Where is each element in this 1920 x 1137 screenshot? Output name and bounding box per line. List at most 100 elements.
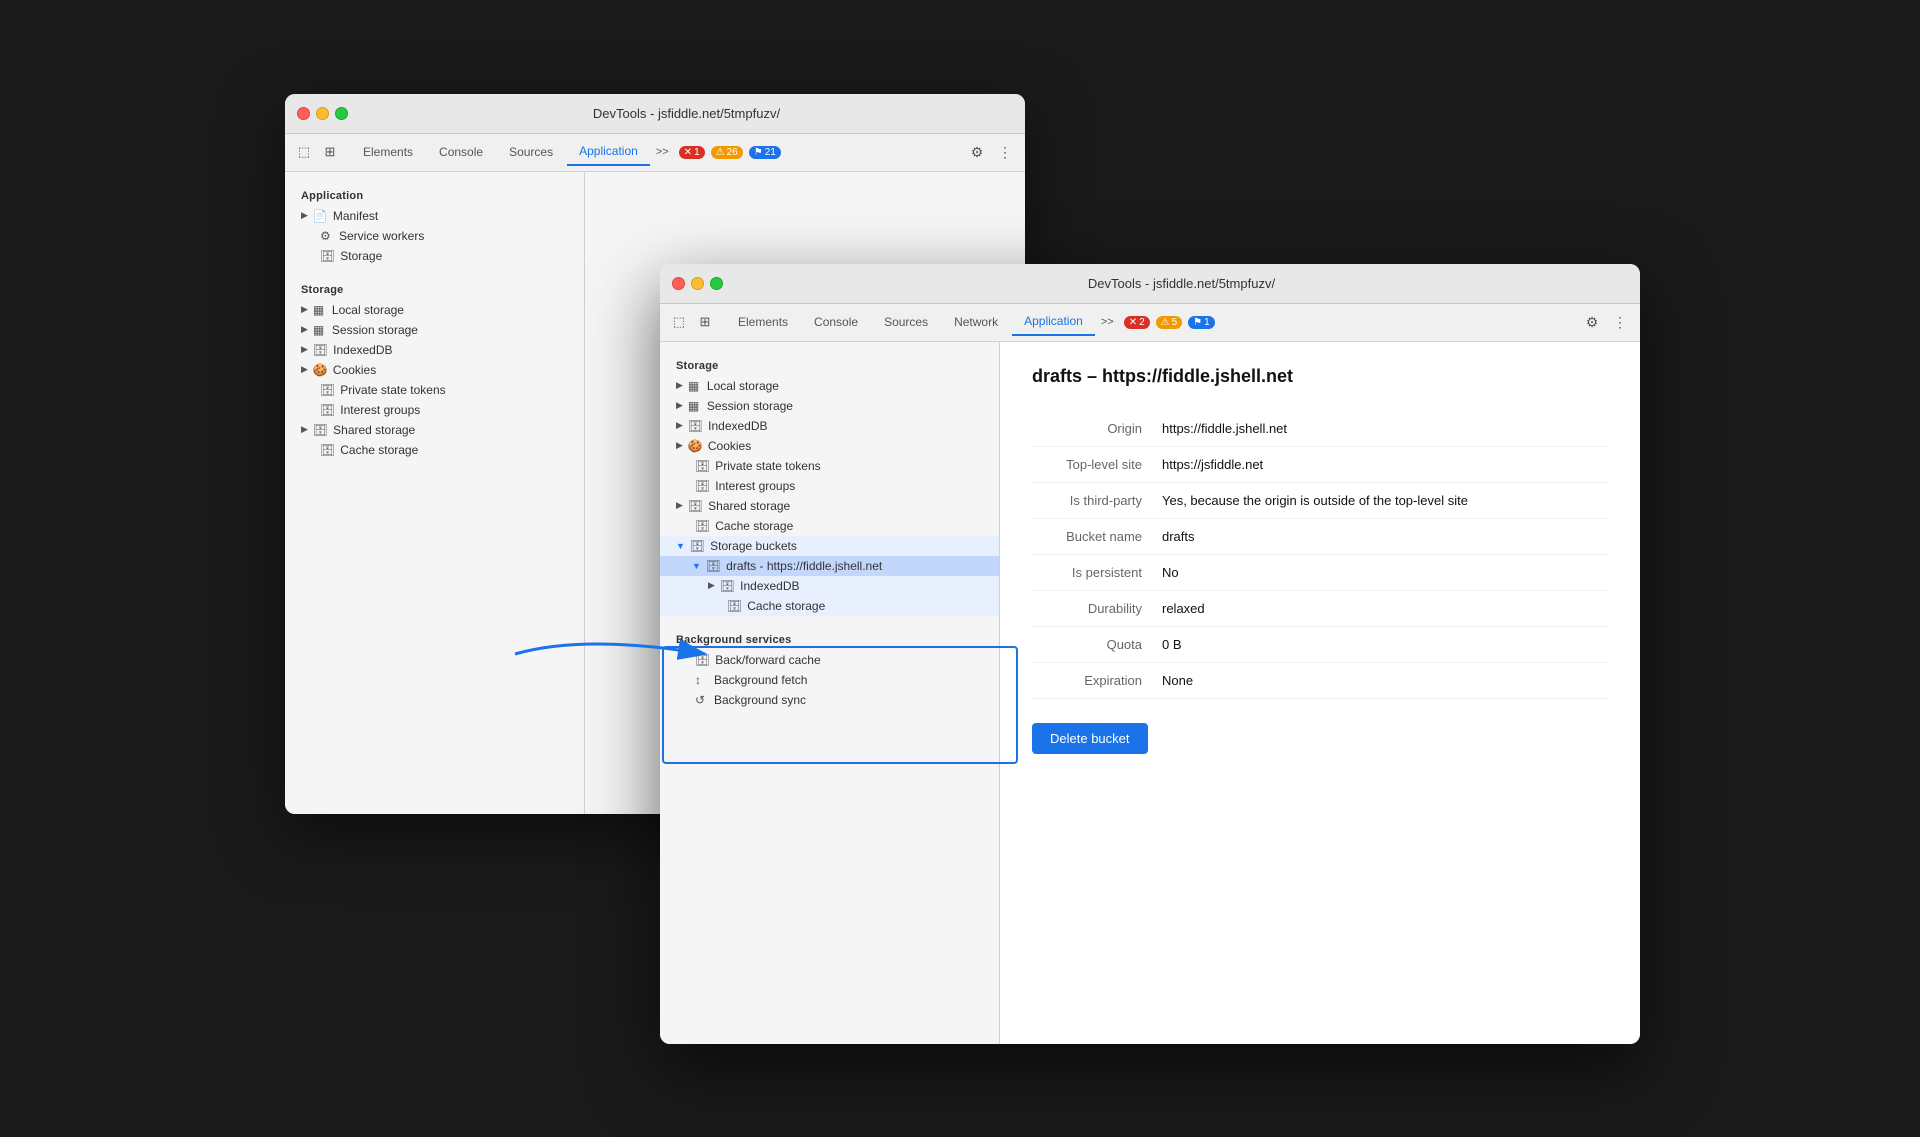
back-local-storage[interactable]: ▶ ▦ Local storage — [285, 300, 584, 320]
back-layers-icon[interactable]: ⊞ — [319, 141, 341, 163]
back-ig-icon: 🗄 — [320, 403, 335, 417]
back-ps-label: Private state tokens — [340, 383, 445, 397]
front-tab-elements[interactable]: Elements — [726, 308, 800, 336]
back-tab-icons: ⬚ ⊞ — [293, 141, 341, 163]
front-cookies[interactable]: ▶ 🍪 Cookies — [660, 436, 999, 456]
back-maximize-button[interactable] — [335, 107, 348, 120]
back-tab-more[interactable]: >> — [652, 146, 673, 158]
front-bg-sync[interactable]: ↺ Background sync — [660, 690, 999, 710]
back-ss-arrow: ▶ — [301, 324, 308, 335]
back-sidebar-service-workers[interactable]: ⚙ Service workers — [285, 226, 584, 246]
detail-value-third-party: Yes, because the origin is outside of th… — [1162, 493, 1608, 508]
front-close-button[interactable] — [672, 277, 685, 290]
front-devtools-window: DevTools - jsfiddle.net/5tmpfuzv/ ⬚ ⊞ El… — [660, 264, 1640, 1044]
delete-bucket-button[interactable]: Delete bucket — [1032, 723, 1148, 754]
back-session-storage[interactable]: ▶ ▦ Session storage — [285, 320, 584, 340]
back-sidebar-storage[interactable]: 🗄 Storage — [285, 246, 584, 266]
front-cache-storage[interactable]: 🗄 Cache storage — [660, 516, 999, 536]
front-bcs-label: Cache storage — [747, 599, 825, 613]
back-shared-storage[interactable]: ▶ 🗄 Shared storage — [285, 420, 584, 440]
front-ls-icon: ▦ — [688, 379, 702, 393]
back-manifest-label: Manifest — [333, 209, 378, 223]
detail-value-expiration: None — [1162, 673, 1608, 688]
front-bgf-label: Background fetch — [714, 673, 807, 687]
front-selector-icon[interactable]: ⬚ — [668, 311, 690, 333]
back-kebab-icon[interactable]: ⋮ — [993, 140, 1017, 164]
front-settings-icon[interactable]: ⚙ — [1580, 310, 1604, 334]
front-bucket-cache-storage[interactable]: 🗄 Cache storage — [660, 596, 999, 616]
front-kebab-icon[interactable]: ⋮ — [1608, 310, 1632, 334]
front-bgs-icon: ↺ — [695, 693, 709, 707]
detail-row-durability: Durability relaxed — [1032, 591, 1608, 627]
back-info-badge: ⚑ 21 — [749, 146, 781, 159]
back-settings-icon[interactable]: ⚙ — [965, 140, 989, 164]
back-tab-sources[interactable]: Sources — [497, 138, 565, 166]
back-interest-groups[interactable]: 🗄 Interest groups — [285, 400, 584, 420]
front-local-storage[interactable]: ▶ ▦ Local storage — [660, 376, 999, 396]
front-tab-console[interactable]: Console — [802, 308, 870, 336]
back-cache-storage[interactable]: 🗄 Cache storage — [285, 440, 584, 460]
front-private-state[interactable]: 🗄 Private state tokens — [660, 456, 999, 476]
front-shared-storage[interactable]: ▶ 🗄 Shared storage — [660, 496, 999, 516]
front-cookies-arrow: ▶ — [676, 440, 683, 451]
back-sidebar-manifest[interactable]: ▶ 📄 Manifest — [285, 206, 584, 226]
back-tab-console[interactable]: Console — [427, 138, 495, 166]
back-shared-label: Shared storage — [333, 423, 415, 437]
front-traffic-lights — [672, 277, 723, 290]
front-drafts-arrow: ▼ — [692, 561, 701, 571]
front-bcs-icon: 🗄 — [727, 599, 742, 613]
front-bf-cache[interactable]: 🗄 Back/forward cache — [660, 650, 999, 670]
detail-row-persistent: Is persistent No — [1032, 555, 1608, 591]
back-idb-label: IndexedDB — [333, 343, 392, 357]
front-cookies-icon: 🍪 — [688, 439, 703, 453]
front-session-storage[interactable]: ▶ ▦ Session storage — [660, 396, 999, 416]
front-tab-sources[interactable]: Sources — [872, 308, 940, 336]
back-cs-icon: 🗄 — [320, 443, 335, 457]
front-tab-bar: ⬚ ⊞ Elements Console Sources Network App… — [660, 304, 1640, 342]
back-tab-application[interactable]: Application — [567, 138, 650, 166]
back-manifest-icon: 📄 — [313, 209, 328, 223]
front-tab-more[interactable]: >> — [1097, 316, 1118, 328]
back-cookies[interactable]: ▶ 🍪 Cookies — [285, 360, 584, 380]
detail-value-quota: 0 B — [1162, 637, 1608, 652]
back-idb-arrow: ▶ — [301, 344, 308, 355]
front-sidebar: Storage ▶ ▦ Local storage ▶ ▦ Session st… — [660, 342, 1000, 1044]
front-info-badge: ⚑ 1 — [1188, 316, 1215, 329]
back-selector-icon[interactable]: ⬚ — [293, 141, 315, 163]
back-traffic-lights — [297, 107, 348, 120]
front-shared-icon: 🗄 — [688, 499, 703, 513]
back-tab-elements[interactable]: Elements — [351, 138, 425, 166]
front-tab-application[interactable]: Application — [1012, 308, 1095, 336]
front-maximize-button[interactable] — [710, 277, 723, 290]
back-private-state[interactable]: 🗄 Private state tokens — [285, 380, 584, 400]
back-cookies-arrow: ▶ — [301, 364, 308, 375]
front-main-panel: drafts – https://fiddle.jshell.net Origi… — [1000, 342, 1640, 1044]
back-cs-label: Cache storage — [340, 443, 418, 457]
detail-row-top-level: Top-level site https://jsfiddle.net — [1032, 447, 1608, 483]
back-close-button[interactable] — [297, 107, 310, 120]
front-minimize-button[interactable] — [691, 277, 704, 290]
front-bucket-indexed-db[interactable]: ▶ 🗄 IndexedDB — [660, 576, 999, 596]
back-tab-right-icons: ⚙ ⋮ — [965, 140, 1017, 164]
back-cookies-icon: 🍪 — [313, 363, 328, 377]
front-storage-buckets[interactable]: ▼ 🗄 Storage buckets — [660, 536, 999, 556]
back-title-bar: DevTools - jsfiddle.net/5tmpfuzv/ — [285, 94, 1025, 134]
front-drafts-bucket[interactable]: ▼ 🗄 drafts - https://fiddle.jshell.net — [660, 556, 999, 576]
front-tab-badges: ✕ 2 ⚠ 5 ⚑ 1 — [1124, 316, 1215, 329]
front-ls-arrow: ▶ — [676, 380, 683, 391]
front-idb-label: IndexedDB — [708, 419, 767, 433]
front-layers-icon[interactable]: ⊞ — [694, 311, 716, 333]
back-ls-arrow: ▶ — [301, 304, 308, 315]
front-interest-groups[interactable]: 🗄 Interest groups — [660, 476, 999, 496]
front-shared-label: Shared storage — [708, 499, 790, 513]
back-minimize-button[interactable] — [316, 107, 329, 120]
front-tab-icons: ⬚ ⊞ — [668, 311, 716, 333]
front-idb-icon: 🗄 — [688, 419, 703, 433]
back-indexed-db[interactable]: ▶ 🗄 IndexedDB — [285, 340, 584, 360]
back-ls-label: Local storage — [332, 303, 404, 317]
front-tab-network[interactable]: Network — [942, 308, 1010, 336]
front-indexed-db[interactable]: ▶ 🗄 IndexedDB — [660, 416, 999, 436]
front-bg-fetch[interactable]: ↕ Background fetch — [660, 670, 999, 690]
front-ls-label: Local storage — [707, 379, 779, 393]
back-tab-bar: ⬚ ⊞ Elements Console Sources Application… — [285, 134, 1025, 172]
